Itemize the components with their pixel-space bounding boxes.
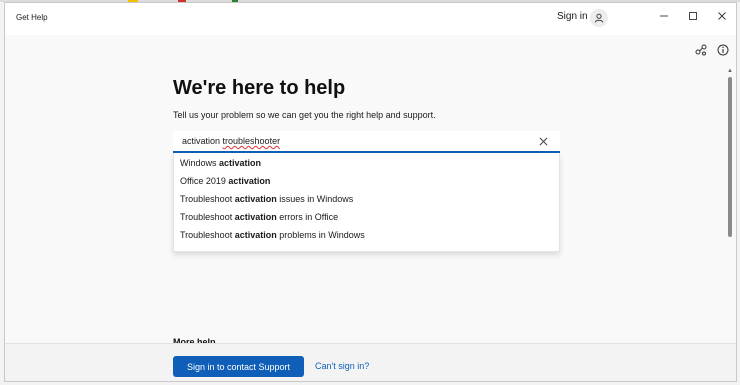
page-subtitle: Tell us your problem so we can get you t…	[173, 110, 436, 120]
suggestion-item[interactable]: Office 2019 activation	[180, 176, 270, 193]
scroll-up-arrow[interactable]: ▲	[727, 68, 733, 74]
suggestion-match: activation	[219, 158, 262, 168]
suggestion-match: activation	[234, 230, 277, 240]
suggestion-item[interactable]: Windows activation	[180, 158, 261, 175]
footer-bar: Sign in to contact Support Can't sign in…	[5, 343, 736, 381]
minimize-button[interactable]	[654, 8, 674, 24]
suggestion-text: Troubleshoot	[180, 230, 235, 240]
suggestion-match: activation	[228, 176, 271, 186]
person-icon	[594, 13, 604, 23]
cant-sign-in-link[interactable]: Can't sign in?	[315, 361, 369, 371]
search-input-misspelled-word: troubleshooter	[222, 136, 281, 146]
suggestion-text: Troubleshoot	[180, 212, 235, 222]
maximize-icon	[689, 12, 697, 20]
suggestion-item[interactable]: Troubleshoot activation problems in Wind…	[180, 230, 365, 247]
maximize-button[interactable]	[683, 8, 703, 24]
suggestion-text: issues in Windows	[276, 194, 354, 204]
share-icon	[695, 44, 707, 56]
close-icon	[718, 12, 726, 20]
search-box[interactable]: activation troubleshooter	[173, 131, 560, 153]
suggestion-item[interactable]: Troubleshoot activation issues in Window…	[180, 194, 353, 211]
info-icon	[717, 44, 729, 56]
minimize-icon	[660, 15, 668, 17]
suggestion-text: Windows	[180, 158, 220, 168]
search-input-text: activation	[182, 136, 223, 146]
page-heading: We're here to help	[173, 77, 346, 99]
suggestion-match: activation	[234, 212, 277, 222]
suggestion-text: Office 2019	[180, 176, 229, 186]
avatar[interactable]	[590, 9, 608, 27]
title-bar: Get Help Sign in	[5, 3, 736, 35]
scrollbar-thumb[interactable]	[728, 77, 732, 237]
sign-in-to-contact-support-button[interactable]: Sign in to contact Support	[173, 356, 304, 377]
suggestion-match: activation	[234, 194, 277, 204]
suggestion-text: problems in Windows	[276, 230, 365, 240]
search-input[interactable]: activation troubleshooter	[182, 136, 280, 146]
share-button[interactable]	[693, 42, 709, 58]
close-icon	[539, 137, 547, 145]
suggestion-item[interactable]: Troubleshoot activation errors in Office	[180, 212, 338, 229]
sign-in-link[interactable]: Sign in	[557, 11, 588, 22]
app-title: Get Help	[16, 13, 48, 22]
suggestion-text: errors in Office	[276, 212, 339, 222]
suggestion-text: Troubleshoot	[180, 194, 235, 204]
search-suggestions: Windows activation Office 2019 activatio…	[173, 153, 560, 252]
clear-search-button[interactable]	[535, 133, 551, 149]
close-button[interactable]	[712, 8, 732, 24]
info-button[interactable]	[715, 42, 731, 58]
get-help-window: Get Help Sign in ▲ We're here to help Te…	[4, 2, 737, 382]
